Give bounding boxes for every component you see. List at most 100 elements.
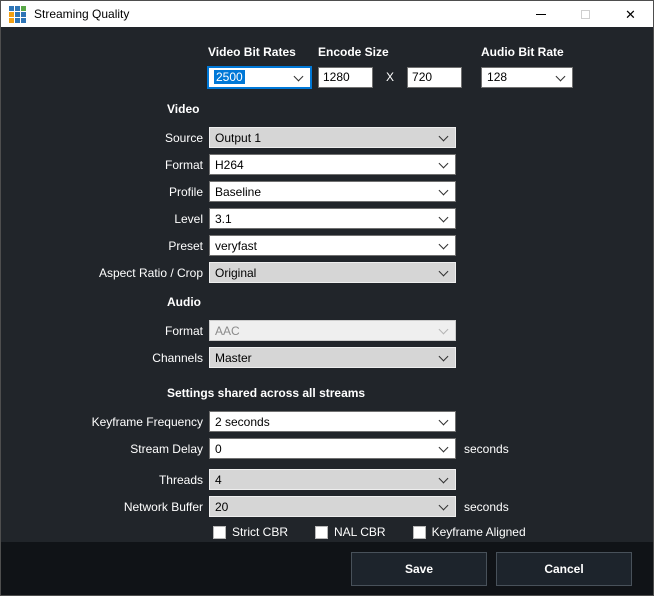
chevron-down-icon [439,240,449,250]
encode-height-input[interactable] [407,67,462,88]
profile-label: Profile [1,185,203,199]
nal-cbr-checkbox[interactable] [315,526,328,539]
titlebar[interactable]: Streaming Quality ✕ [1,1,653,27]
aspect-ratio-select[interactable]: Original [209,262,456,283]
aspect-ratio-row: Aspect Ratio / Crop Original [1,262,653,283]
chevron-down-icon [439,132,449,142]
video-section-header: Video [167,102,653,116]
checkbox-row: Strict CBR NAL CBR Keyframe Aligned [213,525,653,539]
format-row: Format H264 [1,154,653,175]
minimize-button[interactable] [518,1,563,27]
encode-size-label: Encode Size [318,45,462,59]
level-label: Level [1,212,203,226]
aspect-ratio-value: Original [215,266,256,280]
encode-size-group: Encode Size X [318,45,462,88]
streaming-quality-dialog: Streaming Quality ✕ Video Bit Rates 2500 [0,0,654,596]
source-label: Source [1,131,203,145]
profile-value: Baseline [215,185,261,199]
threads-row: Threads 4 [1,469,653,490]
close-button[interactable]: ✕ [608,1,653,27]
format-label: Format [1,158,203,172]
format-select[interactable]: H264 [209,154,456,175]
keyframe-aligned-option[interactable]: Keyframe Aligned [413,525,526,539]
keyframe-aligned-checkbox[interactable] [413,526,426,539]
preset-select[interactable]: veryfast [209,235,456,256]
maximize-icon [581,10,590,19]
chevron-down-icon [294,71,304,81]
video-bitrates-label: Video Bit Rates [208,45,311,59]
chevron-down-icon [439,352,449,362]
threads-select[interactable]: 4 [209,469,456,490]
stream-delay-suffix: seconds [464,442,509,456]
encode-size-separator: X [386,70,394,84]
top-row: Video Bit Rates 2500 Encode Size X Audio [208,45,653,88]
dialog-body: Video Bit Rates 2500 Encode Size X Audio [1,27,653,542]
shared-section-header: Settings shared across all streams [167,386,653,400]
keyframe-frequency-row: Keyframe Frequency 2 seconds [1,411,653,432]
video-bitrate-select[interactable]: 2500 [208,67,311,88]
stream-delay-value: 0 [215,442,222,456]
preset-row: Preset veryfast [1,235,653,256]
channels-row: Channels Master [1,347,653,368]
window-title: Streaming Quality [34,7,129,21]
stream-delay-row: Stream Delay 0 seconds [1,438,653,459]
app-icon [9,6,26,23]
audio-bitrate-group: Audio Bit Rate 128 [481,45,573,88]
source-row: Source Output 1 [1,127,653,148]
audio-bitrate-label: Audio Bit Rate [481,45,573,59]
preset-value: veryfast [215,239,257,253]
audio-bitrate-select[interactable]: 128 [481,67,573,88]
audio-format-label: Format [1,324,203,338]
network-buffer-suffix: seconds [464,500,509,514]
chevron-down-icon [439,501,449,511]
audio-format-value: AAC [215,324,240,338]
level-row: Level 3.1 [1,208,653,229]
encode-width-input[interactable] [318,67,373,88]
format-value: H264 [215,158,244,172]
keyframe-aligned-label: Keyframe Aligned [432,525,526,539]
profile-select[interactable]: Baseline [209,181,456,202]
channels-select[interactable]: Master [209,347,456,368]
strict-cbr-label: Strict CBR [232,525,288,539]
chevron-down-icon [439,325,449,335]
chevron-down-icon [439,267,449,277]
preset-label: Preset [1,239,203,253]
footer-bar: Save Cancel [1,542,653,595]
audio-format-select: AAC [209,320,456,341]
channels-value: Master [215,351,252,365]
strict-cbr-checkbox[interactable] [213,526,226,539]
stream-delay-select[interactable]: 0 [209,438,456,459]
keyframe-frequency-select[interactable]: 2 seconds [209,411,456,432]
audio-bitrate-value: 128 [487,70,507,84]
close-icon: ✕ [625,8,636,21]
chevron-down-icon [439,474,449,484]
nal-cbr-label: NAL CBR [334,525,386,539]
network-buffer-select[interactable]: 20 [209,496,456,517]
level-select[interactable]: 3.1 [209,208,456,229]
chevron-down-icon [439,443,449,453]
chevron-down-icon [439,416,449,426]
source-value: Output 1 [215,131,261,145]
cancel-button[interactable]: Cancel [496,552,632,586]
network-buffer-value: 20 [215,500,228,514]
keyframe-frequency-label: Keyframe Frequency [1,415,203,429]
threads-label: Threads [1,473,203,487]
aspect-ratio-label: Aspect Ratio / Crop [1,266,203,280]
source-select[interactable]: Output 1 [209,127,456,148]
keyframe-frequency-value: 2 seconds [215,415,270,429]
chevron-down-icon [439,186,449,196]
profile-row: Profile Baseline [1,181,653,202]
network-buffer-row: Network Buffer 20 seconds [1,496,653,517]
chevron-down-icon [556,71,566,81]
video-bitrate-value: 2500 [214,70,245,84]
chevron-down-icon [439,213,449,223]
network-buffer-label: Network Buffer [1,500,203,514]
save-button[interactable]: Save [351,552,487,586]
threads-value: 4 [215,473,222,487]
strict-cbr-option[interactable]: Strict CBR [213,525,288,539]
maximize-button [563,1,608,27]
level-value: 3.1 [215,212,232,226]
video-bitrate-group: Video Bit Rates 2500 [208,45,311,88]
channels-label: Channels [1,351,203,365]
nal-cbr-option[interactable]: NAL CBR [315,525,386,539]
